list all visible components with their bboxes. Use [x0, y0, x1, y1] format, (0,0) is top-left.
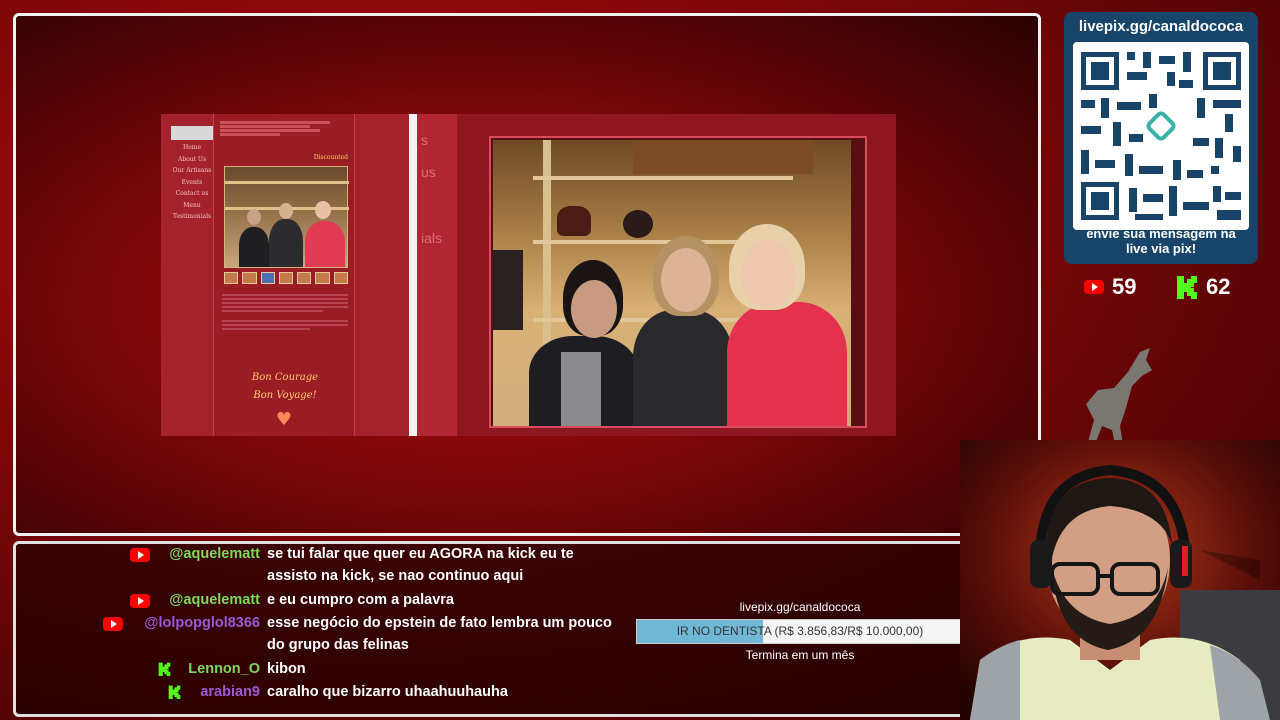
chat-text: esse negócio do epstein de fato lembra u… — [267, 615, 612, 653]
goal-progress-bar: IR NO DENTISTA (R$ 3.856,83/R$ 10.000,00… — [636, 619, 964, 644]
chat-username: Lennon_O — [188, 661, 260, 677]
qr-code-icon — [1073, 42, 1249, 230]
kick-icon — [1177, 276, 1197, 299]
heart-icon: ♥ — [275, 409, 293, 430]
site-logo — [171, 126, 213, 140]
chat-message: @aquelematt e eu cumpro com a palavra — [0, 589, 640, 611]
youtube-icon — [130, 594, 150, 608]
site-thumbnail-photo — [224, 166, 349, 268]
chat-message: arabian9 caralho que bizarro uhaahuuhauh… — [0, 681, 640, 703]
kick-icon — [168, 685, 181, 699]
chat-username: @aquelematt — [169, 546, 260, 562]
site-nav-item: Events — [181, 178, 203, 186]
chat-username: @aquelematt — [169, 592, 260, 608]
kick-viewer-count: 62 — [1176, 274, 1230, 300]
site-nav-item: Home — [182, 144, 202, 151]
chat-text: kibon — [267, 661, 306, 677]
youtube-icon — [130, 548, 150, 562]
shared-webpage-screenshot: Home About Us Our Artisans Events Contac… — [161, 114, 896, 436]
donation-caption-line1: envie sua mensagem na — [1086, 226, 1236, 241]
window-divider — [409, 114, 417, 436]
donation-caption-line2: live via pix! — [1125, 241, 1197, 256]
youtube-count: 59 — [1112, 274, 1137, 299]
site-nav-item: Menu — [183, 201, 201, 209]
site-thumbnail-strip — [224, 272, 348, 284]
site-body-text — [222, 292, 348, 332]
site-discount-label: Discounted — [313, 154, 348, 161]
gallery-photo — [493, 140, 851, 426]
chat-message: Lennon_O kibon — [0, 658, 640, 680]
gallery-photo-frame — [489, 136, 867, 428]
chat-text: caralho que bizarro uhaahuuhauha — [267, 684, 508, 700]
chat-text: se tui falar que quer eu AGORA na kick e… — [267, 546, 574, 584]
youtube-icon — [103, 617, 123, 631]
goal-link: livepix.gg/canaldococa — [739, 600, 861, 614]
site-left-column: Home About Us Our Artisans Events Contac… — [161, 114, 409, 436]
chat-username: arabian9 — [200, 684, 260, 700]
webcam-feed — [960, 440, 1280, 720]
chat-username: @lolpopglol8366 — [144, 615, 260, 631]
site-nav: Home About Us Our Artisans Events Contac… — [171, 126, 213, 223]
goal-deadline: Termina em um mês — [745, 648, 855, 662]
chat-message: @lolpopglol8366 esse negócio do epstein … — [0, 612, 640, 658]
mid-pane-text: ials — [421, 230, 443, 246]
kick-count: 62 — [1206, 274, 1231, 299]
site-mid-pane: s us ials — [417, 114, 457, 436]
mid-pane-text: s — [421, 132, 428, 148]
site-nav-item: Testimonials — [172, 213, 212, 220]
chat-message: @aquelematt se tui falar que quer eu AGO… — [0, 543, 640, 589]
screen-share-frame: Home About Us Our Artisans Events Contac… — [13, 13, 1041, 536]
site-sign-line2: Bon Voyage! — [253, 390, 317, 401]
site-content-column: Discounted Bon Courage Bon Voyage! ♥ — [213, 114, 355, 436]
site-nav-item: Contact us — [175, 190, 209, 197]
chat-text: e eu cumpro com a palavra — [267, 592, 454, 608]
site-sign-line1: Bon Courage — [251, 372, 319, 383]
youtube-icon — [1084, 280, 1104, 294]
donation-panel: livepix.gg/canaldococa envie sua mensage… — [1064, 12, 1258, 264]
site-nav-item: Our Artisans — [172, 167, 212, 174]
site-gallery — [457, 114, 896, 436]
streamer-webcam — [960, 440, 1280, 720]
site-header-text — [220, 120, 340, 137]
kick-icon — [158, 662, 171, 676]
donation-link[interactable]: livepix.gg/canaldococa — [1064, 18, 1258, 35]
donation-caption: envie sua mensagem na live via pix! — [1064, 226, 1258, 256]
goal-text: IR NO DENTISTA (R$ 3.856,83/R$ 10.000,00… — [676, 624, 924, 638]
site-nav-item: About Us — [177, 155, 207, 163]
youtube-viewer-count: 59 — [1084, 274, 1136, 300]
mid-pane-text: us — [421, 164, 436, 180]
qr-code-graphic — [1081, 52, 1241, 220]
